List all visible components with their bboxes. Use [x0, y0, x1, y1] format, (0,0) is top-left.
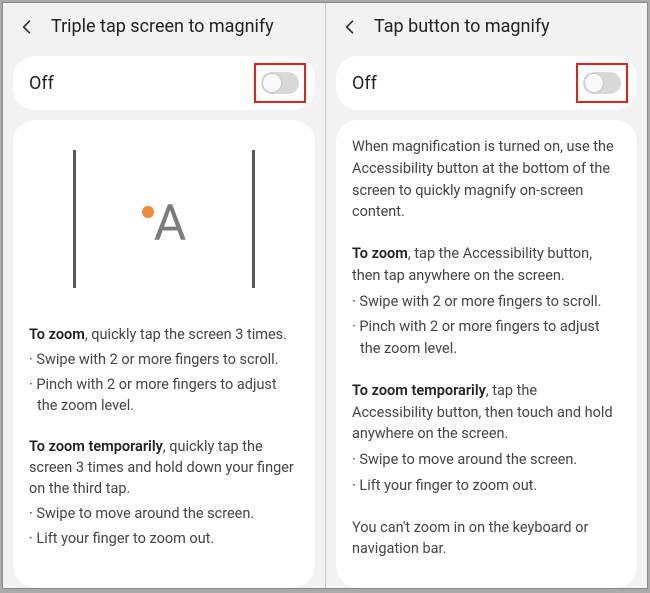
screenshot-frame: Triple tap screen to magnify Off A To zo…: [2, 2, 648, 589]
help-text: Swipe with 2 or more fingers to scroll.: [352, 291, 621, 313]
help-text: Pinch with 2 or more fingers to adjust t…: [29, 374, 299, 416]
toggle-row[interactable]: Off: [29, 72, 299, 94]
dot-icon: [142, 206, 154, 218]
magnify-illustration: A: [29, 134, 299, 304]
help-text: Lift your finger to zoom out.: [352, 475, 621, 497]
help-text: To zoom temporarily, quickly tap the scr…: [29, 436, 299, 499]
page-title: Tap button to magnify: [374, 16, 550, 37]
back-icon[interactable]: [340, 17, 360, 37]
help-text: Swipe with 2 or more fingers to scroll.: [29, 349, 299, 370]
page-title: Triple tap screen to magnify: [51, 16, 274, 37]
header: Triple tap screen to magnify: [3, 3, 325, 50]
illus-bar: [73, 150, 76, 288]
help-text: To zoom, quickly tap the screen 3 times.: [29, 324, 299, 345]
toggle-label: Off: [29, 73, 54, 94]
illus-bar: [252, 150, 255, 288]
toggle-switch[interactable]: [261, 72, 299, 94]
back-icon[interactable]: [17, 17, 37, 37]
help-text: Swipe to move around the screen.: [29, 503, 299, 524]
content-card: A To zoom, quickly tap the screen 3 time…: [13, 120, 315, 588]
toggle-card: Off: [13, 56, 315, 110]
toggle-label: Off: [352, 73, 377, 94]
help-text: Lift your finger to zoom out.: [29, 528, 299, 549]
header: Tap button to magnify: [326, 3, 647, 50]
content-card: When magnification is turned on, use the…: [336, 120, 637, 588]
pane-tap-button: Tap button to magnify Off When magnifica…: [325, 3, 647, 588]
help-text: To zoom, tap the Accessibility button, t…: [352, 243, 621, 287]
help-text: When magnification is turned on, use the…: [352, 136, 621, 223]
letter-a: A: [154, 199, 187, 249]
pane-triple-tap: Triple tap screen to magnify Off A To zo…: [3, 3, 325, 588]
help-text: You can't zoom in on the keyboard or nav…: [352, 517, 621, 561]
toggle-switch[interactable]: [583, 72, 621, 94]
help-text: To zoom temporarily, tap the Accessibili…: [352, 380, 621, 445]
help-text: Pinch with 2 or more fingers to adjust t…: [352, 316, 621, 360]
illus-glyph: A: [142, 199, 187, 249]
toggle-card: Off: [336, 56, 637, 110]
toggle-row[interactable]: Off: [352, 72, 621, 94]
help-text: Swipe to move around the screen.: [352, 449, 621, 471]
